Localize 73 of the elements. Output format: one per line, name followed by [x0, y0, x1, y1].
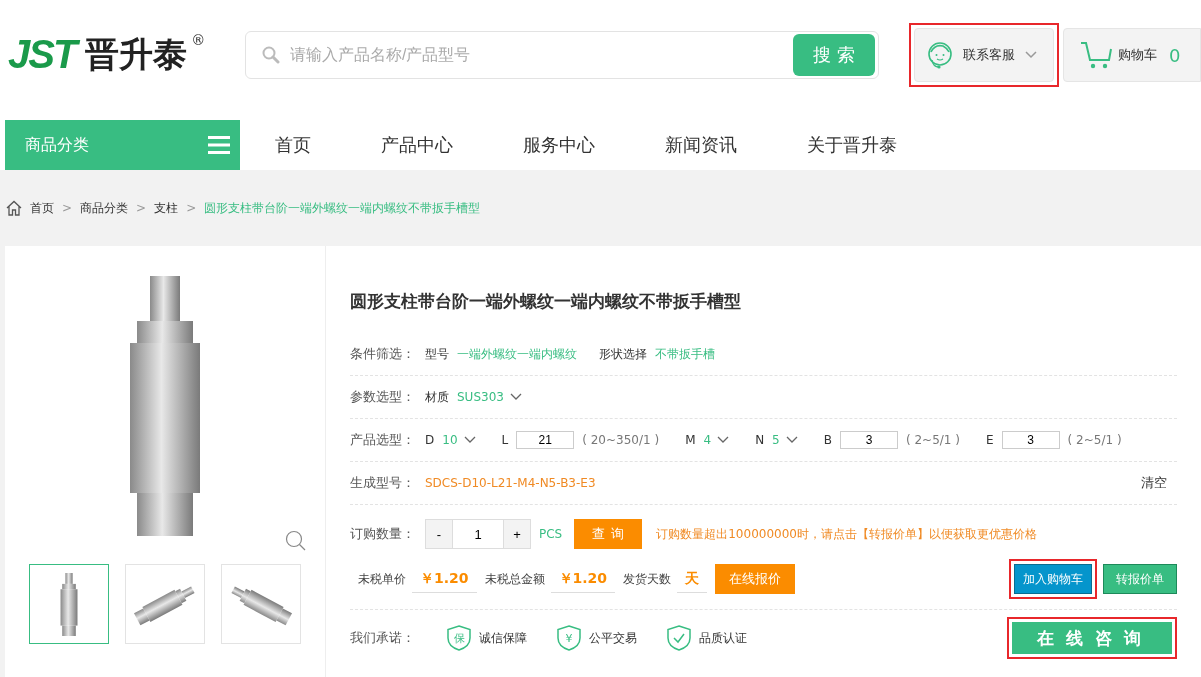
- menu-icon: [208, 136, 230, 154]
- filter-label: 条件筛选：: [350, 345, 415, 363]
- option-input[interactable]: 3: [840, 431, 898, 449]
- promise-text: 品质认证: [699, 629, 747, 647]
- zoom-icon: [285, 530, 307, 552]
- home-icon: [6, 200, 22, 216]
- option-input[interactable]: 3: [1001, 431, 1060, 449]
- search-icon: [262, 46, 280, 64]
- breadcrumb-link[interactable]: 商品分类: [80, 199, 129, 217]
- option-name: D: [425, 433, 435, 447]
- filter-name: 形状选择: [599, 345, 647, 363]
- increase-button[interactable]: +: [503, 519, 531, 549]
- chevron-down-icon: [717, 436, 730, 444]
- model-label: 生成型号：: [350, 474, 415, 492]
- standoff-thumbnail-drawing: [60, 572, 78, 636]
- param-label: 参数选型：: [350, 388, 415, 406]
- quantity-label: 订购数量：: [350, 525, 415, 543]
- product-title: 圆形支柱带台阶一端外螺纹一端内螺纹不带扳手槽型: [350, 290, 742, 313]
- chevron-down-icon: [785, 436, 798, 444]
- contact-service-button[interactable]: 联系客服: [914, 28, 1054, 82]
- nav-link[interactable]: 产品中心: [381, 133, 453, 157]
- nav-link[interactable]: 服务中心: [523, 133, 595, 157]
- clear-link[interactable]: 清空: [1141, 474, 1167, 492]
- promise-label: 我们承诺：: [350, 629, 415, 647]
- option-range: ( 2~5/1 ): [1067, 433, 1122, 447]
- unit-label: PCS: [539, 527, 563, 541]
- logo-name: 晋升泰: [85, 33, 188, 76]
- model-number: SDCS-D10-L21-M4-N5-B3-E3: [425, 476, 596, 490]
- cart-icon: [1080, 40, 1112, 70]
- nav-link[interactable]: 首页: [275, 133, 311, 157]
- category-label: 商品分类: [25, 134, 89, 156]
- promise-text: 公平交易: [589, 629, 637, 647]
- price-label: 发货天数: [623, 570, 672, 588]
- price-label: 未税总金额: [484, 570, 545, 588]
- price-value: ￥1.20: [550, 565, 616, 593]
- cart-button[interactable]: 购物车 0: [1063, 28, 1201, 82]
- shield-icon: 保: [447, 625, 471, 651]
- quantity-notice: 订购数量超出100000000时，请点击【转报价单】以便获取更优惠价格: [656, 525, 1037, 543]
- option-input[interactable]: 21: [516, 431, 575, 449]
- service-agent-icon: [927, 40, 953, 70]
- decrease-button[interactable]: -: [425, 519, 453, 549]
- promise-text: 诚信保障: [479, 629, 527, 647]
- breadcrumb-separator: >: [186, 201, 197, 215]
- registered-mark: ®: [191, 32, 206, 48]
- breadcrumb-separator: >: [62, 201, 73, 215]
- shield-icon: ¥: [557, 625, 581, 651]
- option-name: E: [986, 433, 994, 447]
- chevron-down-icon: [509, 393, 522, 401]
- chevron-down-icon: [1025, 51, 1037, 59]
- price-value: 天: [677, 565, 708, 593]
- price-label: 未税单价: [358, 570, 406, 588]
- thumbnail[interactable]: [29, 564, 109, 644]
- breadcrumb-separator: >: [136, 201, 147, 215]
- nav-link[interactable]: 关于晋升泰: [807, 133, 897, 157]
- nav-link[interactable]: 新闻资讯: [665, 133, 737, 157]
- option-name: L: [501, 433, 509, 447]
- quantity-input[interactable]: 1: [453, 519, 503, 549]
- option-name: N: [755, 433, 765, 447]
- option-name: 材质: [425, 388, 449, 406]
- chevron-down-icon: [463, 436, 476, 444]
- option-name: B: [823, 433, 832, 447]
- option-range: ( 2~5/1 ): [906, 433, 960, 447]
- cart-count: 0: [1169, 44, 1181, 66]
- cart-label: 购物车: [1118, 46, 1157, 64]
- contact-label: 联系客服: [963, 46, 1015, 64]
- option-range: ( 20~350/1 ): [582, 433, 660, 447]
- breadcrumb-link[interactable]: 支柱: [154, 199, 179, 217]
- selection-label: 产品选型：: [350, 431, 415, 449]
- filter-name: 型号: [425, 345, 449, 363]
- option-name: M: [685, 433, 696, 447]
- price-value: ￥1.20: [412, 565, 477, 593]
- shield-icon: [667, 625, 691, 651]
- breadcrumb-link[interactable]: 首页: [30, 199, 54, 217]
